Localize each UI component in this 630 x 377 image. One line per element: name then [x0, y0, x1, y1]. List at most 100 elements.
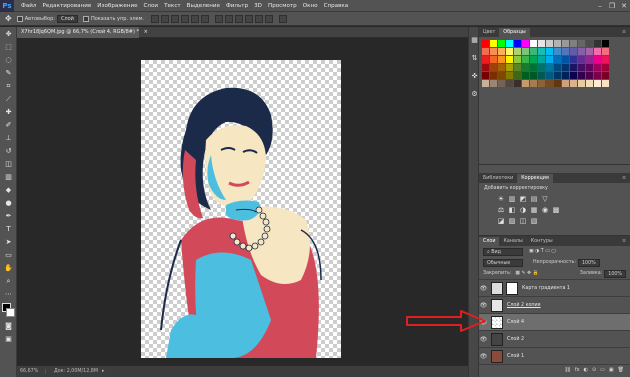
document-tab[interactable]: X7hr18Jq6QM.jpg @ 66,7% (Слой 4, RGB/8#)…: [17, 27, 148, 38]
link-layers-icon[interactable]: ⛓: [565, 367, 571, 373]
new-group-icon[interactable]: ▭: [600, 367, 605, 373]
quick-mask-icon[interactable]: ◙: [2, 321, 15, 332]
history-brush-tool-icon[interactable]: ↺: [2, 146, 15, 157]
distribute-bottom-button[interactable]: [234, 14, 243, 23]
history-panel-icon[interactable]: ▦: [470, 36, 479, 45]
menu-3d[interactable]: 3D: [251, 3, 265, 9]
color-swatch[interactable]: [514, 40, 521, 47]
eyedropper-tool-icon[interactable]: ⟋: [2, 94, 15, 105]
maximize-button[interactable]: ❐: [606, 2, 618, 10]
color-swatch[interactable]: [530, 48, 537, 55]
color-swatch[interactable]: [482, 40, 489, 47]
color-swatch[interactable]: [490, 48, 497, 55]
tab-channels[interactable]: Каналы: [499, 237, 526, 246]
channel-mixer-adjust-icon[interactable]: ◉: [541, 206, 549, 214]
color-swatch[interactable]: [562, 72, 569, 79]
color-swatch[interactable]: [514, 48, 521, 55]
color-swatch[interactable]: [546, 56, 553, 63]
color-swatch[interactable]: [578, 64, 585, 71]
move-tool-icon[interactable]: ✥: [2, 29, 15, 40]
color-swatch[interactable]: [538, 64, 545, 71]
color-swatch[interactable]: [538, 72, 545, 79]
type-tool-icon[interactable]: T: [2, 224, 15, 235]
color-swatch[interactable]: [578, 72, 585, 79]
align-top-button[interactable]: [150, 14, 159, 23]
layer-row-layer-2[interactable]: 👁 Слой 2: [479, 331, 630, 348]
eye-icon[interactable]: 👁: [479, 353, 488, 360]
color-swatch[interactable]: [562, 80, 569, 87]
status-arrow-icon[interactable]: ▸: [102, 369, 104, 374]
opacity-input[interactable]: 100%: [578, 258, 600, 267]
color-swatch[interactable]: [514, 80, 521, 87]
info-panel-icon[interactable]: ⚙: [470, 90, 479, 99]
canvas-area[interactable]: [17, 38, 468, 365]
color-swatch[interactable]: [546, 72, 553, 79]
align-hcenter-button[interactable]: [190, 14, 199, 23]
show-controls-checkbox[interactable]: [82, 15, 89, 22]
color-swatch[interactable]: [546, 48, 553, 55]
move-tool-icon[interactable]: ✥: [5, 14, 12, 23]
color-swatch[interactable]: [538, 40, 545, 47]
color-swatch[interactable]: [490, 72, 497, 79]
adjustments-panel-icon[interactable]: ⇅: [470, 54, 479, 63]
path-select-tool-icon[interactable]: ➤: [2, 237, 15, 248]
screen-mode-icon[interactable]: ▣: [2, 334, 15, 345]
zoom-level[interactable]: 66,67%: [20, 369, 46, 374]
color-swatch[interactable]: [562, 56, 569, 63]
color-swatch[interactable]: [506, 40, 513, 47]
layer-kind-dropdown[interactable]: ⌕ Вид: [483, 247, 523, 256]
color-swatch[interactable]: [498, 80, 505, 87]
color-swatch[interactable]: [538, 80, 545, 87]
lasso-tool-icon[interactable]: ◌: [2, 55, 15, 66]
color-swatch[interactable]: [490, 80, 497, 87]
color-swatch[interactable]: [530, 64, 537, 71]
new-layer-icon[interactable]: ▣: [609, 367, 614, 373]
color-swatch[interactable]: [594, 56, 601, 63]
hue-saturation-adjust-icon[interactable]: ◧: [508, 206, 516, 214]
rectangle-tool-icon[interactable]: ▭: [2, 250, 15, 261]
color-balance-adjust-icon[interactable]: ⚖: [497, 206, 505, 214]
tab-libraries[interactable]: Библиотеки: [479, 174, 517, 183]
color-swatch[interactable]: [554, 56, 561, 63]
menu-window[interactable]: Окно: [300, 3, 321, 9]
layer-row-layer-2-copy[interactable]: 👁 Слой 2 копия: [479, 297, 630, 314]
color-swatch[interactable]: [490, 56, 497, 63]
color-swatch[interactable]: [490, 64, 497, 71]
color-swatch[interactable]: [498, 56, 505, 63]
eraser-tool-icon[interactable]: ◫: [2, 159, 15, 170]
color-swatch[interactable]: [586, 80, 593, 87]
color-swatch[interactable]: [538, 48, 545, 55]
eye-icon[interactable]: 👁: [479, 285, 488, 292]
photo-filter-adjust-icon[interactable]: ▦: [530, 206, 538, 214]
color-swatch[interactable]: [554, 72, 561, 79]
brush-tool-icon[interactable]: ✐: [2, 120, 15, 131]
color-swatch[interactable]: [522, 80, 529, 87]
color-swatch[interactable]: [482, 56, 489, 63]
tab-paths[interactable]: Контуры: [527, 237, 557, 246]
color-swatch[interactable]: [514, 56, 521, 63]
lock-icons[interactable]: ▦ ✎ ✥ 🔒: [515, 271, 538, 276]
color-swatch[interactable]: [554, 40, 561, 47]
black-white-adjust-icon[interactable]: ◑: [519, 206, 527, 214]
pen-tool-icon[interactable]: ✒: [2, 211, 15, 222]
color-swatch[interactable]: [594, 64, 601, 71]
color-swatch[interactable]: [490, 40, 497, 47]
delete-layer-icon[interactable]: 🗑: [618, 367, 624, 373]
crop-tool-icon[interactable]: ⌗: [2, 81, 15, 92]
menu-layers[interactable]: Слои: [141, 3, 162, 9]
marquee-tool-icon[interactable]: ⬚: [2, 42, 15, 53]
new-adjustment-icon[interactable]: ⊙: [592, 367, 596, 373]
color-swatch[interactable]: [546, 80, 553, 87]
menu-filter[interactable]: Фильтр: [223, 3, 251, 9]
color-swatch[interactable]: [506, 64, 513, 71]
color-swatch[interactable]: [562, 48, 569, 55]
color-swatch[interactable]: [546, 64, 553, 71]
layer-row-layer-1[interactable]: 👁 Слой 1: [479, 348, 630, 365]
color-swatch[interactable]: [602, 64, 609, 71]
filter-icons[interactable]: ▣ ◑ T ▭ ▢: [529, 249, 556, 254]
color-swatch[interactable]: [506, 72, 513, 79]
color-swatch[interactable]: [570, 40, 577, 47]
show-controls-option[interactable]: Показать упр. элем.: [82, 15, 144, 22]
color-swatch[interactable]: [570, 48, 577, 55]
close-window-button[interactable]: ✕: [618, 2, 630, 10]
